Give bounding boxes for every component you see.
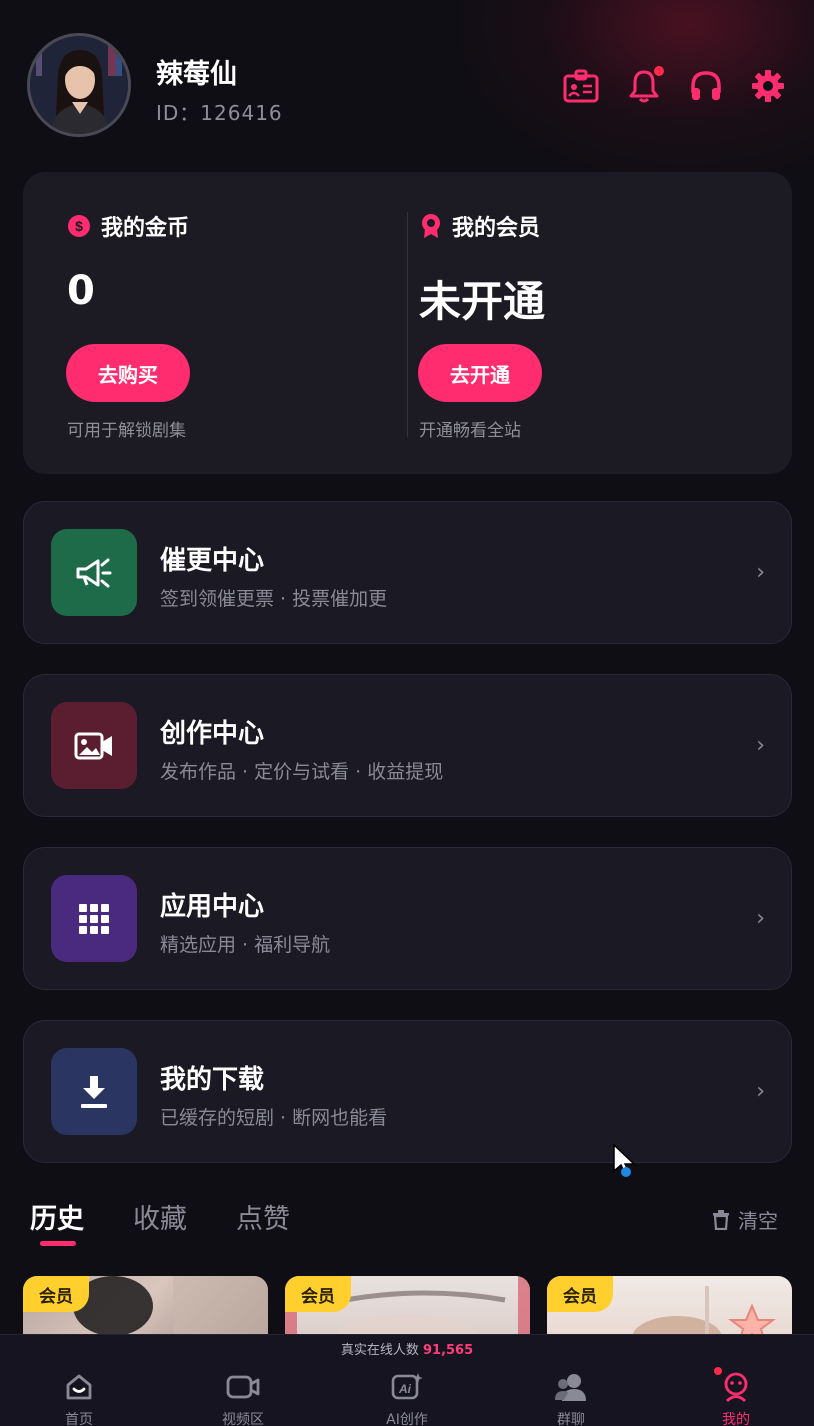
home-icon — [59, 1369, 99, 1405]
grid-icon — [51, 875, 137, 962]
mouse-cursor-icon — [612, 1143, 640, 1183]
menu-title: 应用中心 — [160, 892, 265, 922]
membership-section: 我的会员 未开通 去开通 开通畅看全站 — [408, 172, 792, 474]
nav-label: 群聊 — [557, 1412, 585, 1426]
buy-coins-button[interactable]: 去购买 — [66, 344, 190, 402]
wallet-card: $ 我的金币 0 去购买 可用于解锁剧集 我的会员 未开通 去开通 开通畅看全站 — [23, 172, 792, 474]
online-number: 91,565 — [422, 1343, 474, 1358]
coins-section: $ 我的金币 0 去购买 可用于解锁剧集 — [23, 172, 407, 474]
gear-icon[interactable] — [748, 66, 788, 106]
nav-label: 我的 — [722, 1412, 750, 1426]
group-chat-icon — [551, 1369, 591, 1405]
tab-favorites[interactable]: 收藏 — [133, 1197, 187, 1236]
online-count: 真实在线人数 91,565 — [0, 1339, 814, 1358]
megaphone-icon — [51, 529, 137, 616]
coins-title: $ 我的金币 — [67, 210, 189, 242]
coin-icon: $ — [68, 215, 90, 237]
profile-header: 辣莓仙 ID：126416 — [0, 0, 814, 160]
nav-group-chat[interactable]: 群聊 — [521, 1369, 621, 1426]
video-camera-icon — [51, 702, 137, 789]
menu-card-app-center[interactable]: 应用中心 精选应用 · 福利导航 › — [23, 847, 792, 990]
nav-label: 首页 — [65, 1412, 93, 1426]
online-label: 真实在线人数 — [340, 1343, 419, 1358]
vip-badge: 会员 — [23, 1276, 89, 1312]
vip-badge: 会员 — [547, 1276, 613, 1312]
nav-label: 视频区 — [222, 1412, 264, 1426]
video-icon — [223, 1369, 263, 1405]
menu-subtitle: 发布作品 · 定价与试看 · 收益提现 — [160, 761, 444, 783]
svg-text:Ai: Ai — [398, 1382, 412, 1396]
membership-title-label: 我的会员 — [452, 216, 541, 241]
menu-title: 催更中心 — [160, 546, 265, 576]
nav-home[interactable]: 首页 — [29, 1369, 129, 1426]
coins-note: 可用于解锁剧集 — [67, 421, 186, 441]
nav-label: AI创作 — [386, 1412, 428, 1426]
coins-value: 0 — [67, 268, 95, 314]
avatar[interactable] — [27, 33, 131, 137]
bell-icon[interactable] — [624, 66, 664, 106]
tab-history[interactable]: 历史 — [30, 1197, 84, 1236]
chevron-right-icon: › — [756, 560, 765, 585]
headphones-icon[interactable] — [686, 66, 726, 106]
nav-profile[interactable]: 我的 — [686, 1367, 786, 1426]
chevron-right-icon: › — [756, 906, 765, 931]
vip-badge: 会员 — [285, 1276, 351, 1312]
menu-title: 创作中心 — [160, 719, 265, 749]
user-id: ID：126416 — [156, 101, 283, 125]
nav-video[interactable]: 视频区 — [193, 1369, 293, 1426]
membership-title: 我的会员 — [420, 210, 540, 242]
nav-ai-create[interactable]: Ai AI创作 — [357, 1369, 457, 1426]
id-card-icon[interactable] — [561, 66, 601, 106]
open-membership-button[interactable]: 去开通 — [418, 344, 542, 402]
trash-icon — [713, 1209, 729, 1230]
chevron-right-icon: › — [756, 733, 765, 758]
username: 辣莓仙 — [156, 59, 237, 90]
membership-value: 未开通 — [419, 277, 546, 326]
download-icon — [51, 1048, 137, 1135]
chevron-right-icon: › — [756, 1079, 765, 1104]
tab-active-underline — [40, 1241, 76, 1246]
menu-card-urge-center[interactable]: 催更中心 签到领催更票 · 投票催加更 › — [23, 501, 792, 644]
menu-title: 我的下载 — [160, 1065, 265, 1095]
menu-card-my-downloads[interactable]: 我的下载 已缓存的短剧 · 断网也能看 › — [23, 1020, 792, 1163]
coins-title-label: 我的金币 — [101, 216, 190, 241]
clear-label: 清空 — [738, 1209, 778, 1233]
menu-subtitle: 签到领催更票 · 投票催加更 — [160, 588, 388, 610]
profile-notification-dot — [714, 1367, 722, 1375]
svg-text:$: $ — [75, 218, 83, 234]
menu-subtitle: 已缓存的短剧 · 断网也能看 — [160, 1107, 388, 1129]
badge-ribbon-icon — [422, 214, 440, 238]
bottom-nav: 真实在线人数 91,565 首页 视频区 Ai AI创作 群聊 我的 — [0, 1334, 814, 1426]
menu-card-creator-center[interactable]: 创作中心 发布作品 · 定价与试看 · 收益提现 › — [23, 674, 792, 817]
membership-note: 开通畅看全站 — [419, 421, 521, 441]
ai-create-icon: Ai — [387, 1369, 427, 1405]
profile-icon — [714, 1367, 756, 1405]
tab-likes[interactable]: 点赞 — [236, 1197, 290, 1236]
clear-button[interactable]: 清空 — [712, 1205, 778, 1234]
menu-subtitle: 精选应用 · 福利导航 — [160, 934, 331, 956]
avatar-image — [30, 36, 128, 134]
notification-dot — [654, 66, 664, 76]
